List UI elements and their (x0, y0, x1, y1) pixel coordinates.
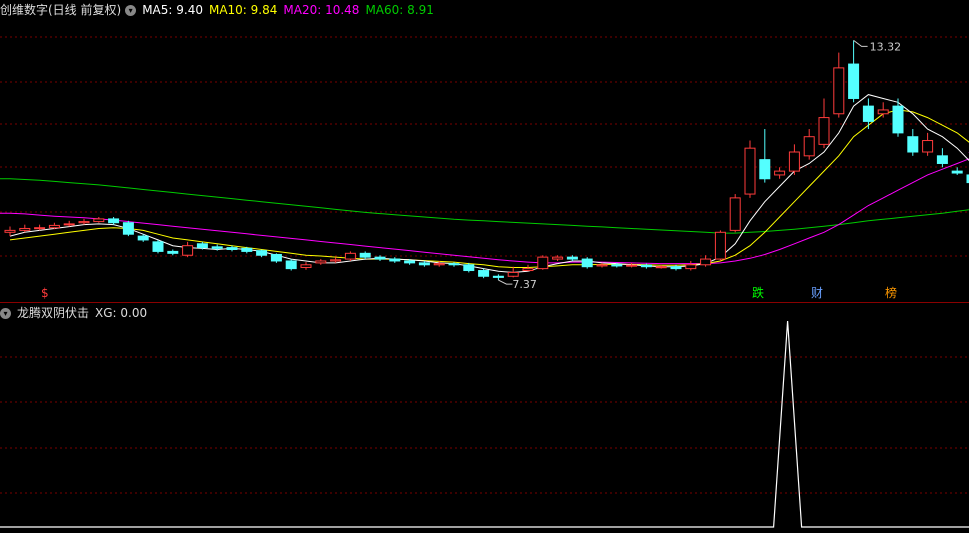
candle-body (330, 259, 342, 262)
ma60-line (0, 178, 969, 234)
candle-body (63, 223, 75, 226)
high-price-label: 13.32 (870, 40, 902, 53)
candle-body (389, 258, 401, 262)
candle-body (655, 266, 667, 269)
candle-body (848, 63, 860, 99)
candle-body (537, 256, 549, 270)
indicator-panel[interactable]: ▾ 龙腾双阴伏击 XG: 0.00 (0, 303, 969, 533)
candle-body (152, 241, 164, 252)
candle-body (596, 264, 608, 267)
candle-body (744, 147, 756, 195)
candle-body (951, 170, 963, 174)
candle-body (507, 271, 519, 277)
candle-body (833, 67, 845, 115)
candle-body (566, 256, 578, 260)
ma20-line (0, 152, 969, 265)
badge-dollar[interactable]: $ (40, 287, 50, 300)
candle-body (433, 263, 445, 266)
settings-dropdown-icon[interactable]: ▾ (125, 5, 137, 16)
candle-body (300, 264, 312, 268)
candle-body (729, 197, 741, 231)
candle-body (670, 266, 682, 270)
candle-body (714, 231, 726, 260)
candle-body (418, 262, 430, 266)
candle-body (285, 260, 297, 270)
candle-body (137, 235, 149, 241)
candlestick-chart[interactable]: 13.32 7.37 (0, 0, 969, 302)
candle-body (611, 264, 623, 267)
candle-body (774, 170, 786, 176)
candle-body (19, 227, 31, 231)
indicator-header: ▾ 龙腾双阴伏击 XG: 0.00 (0, 305, 153, 321)
candle-body (759, 159, 771, 180)
candle-body (877, 109, 889, 115)
candle-body (862, 105, 874, 122)
candle-body (226, 247, 238, 251)
candle-body (463, 264, 475, 272)
candle-body (892, 105, 904, 134)
candle-body (374, 256, 386, 260)
candle-body (256, 250, 268, 256)
candle-body (936, 155, 948, 164)
indicator-dropdown-icon[interactable]: ▾ (0, 308, 11, 319)
candle-body (315, 260, 327, 264)
main-chart-panel[interactable]: 13.32 7.37 创维数字(日线 前复权) ▾ MA5: 9.40 MA10: 9.… (0, 0, 969, 303)
candle-body (626, 264, 638, 267)
candle-body (522, 268, 534, 272)
main-chart-header: 创维数字(日线 前复权) ▾ MA5: 9.40 MA10: 9.84 MA20: 10… (0, 2, 440, 18)
low-pointer (498, 279, 513, 285)
candle-body (211, 246, 223, 249)
badge-die[interactable]: 跌 (751, 287, 765, 300)
candle-body (34, 227, 46, 230)
candle-body (344, 252, 356, 260)
candle-body (196, 243, 208, 249)
candle-body (640, 264, 652, 268)
indicator-chart[interactable] (0, 303, 969, 533)
candle-body (4, 229, 16, 233)
candle-body (907, 136, 919, 153)
high-pointer (853, 39, 868, 47)
candle-body (182, 245, 194, 256)
candle-body (448, 263, 460, 266)
ma20-label: MA20: 10.48 (283, 3, 360, 17)
candle-body (359, 252, 371, 258)
badge-cai[interactable]: 财 (810, 287, 824, 300)
xg-label: XG: 0.00 (95, 306, 148, 320)
stock-title: 创维数字(日线 前复权) (0, 3, 122, 17)
ma10-label: MA10: 9.84 (208, 3, 278, 17)
candle-body (478, 270, 490, 277)
candle-body (108, 218, 120, 224)
candle-body (167, 250, 179, 254)
candle-body (818, 117, 830, 145)
candle-body (685, 264, 697, 270)
ma5-label: MA5: 9.40 (142, 3, 203, 17)
candle-body (803, 136, 815, 157)
candle-body (270, 253, 282, 262)
badge-bang[interactable]: 榜 (884, 287, 898, 300)
candle-body (93, 218, 105, 223)
candle-body (492, 275, 504, 278)
ma60-label: MA60: 8.91 (365, 3, 434, 17)
low-price-label: 7.37 (512, 278, 537, 291)
candle-body (788, 151, 800, 172)
candle-body (700, 258, 712, 266)
candle-body (922, 140, 934, 153)
candle-body (241, 247, 253, 252)
candle-body (78, 221, 90, 224)
indicator-title: 龙腾双阴伏击 (17, 306, 90, 320)
candle-body (552, 256, 564, 260)
candle-body (48, 224, 60, 229)
candle-body (404, 260, 416, 264)
xg-signal-line (0, 320, 969, 528)
candle-body (581, 258, 593, 268)
candle-body (122, 222, 134, 235)
